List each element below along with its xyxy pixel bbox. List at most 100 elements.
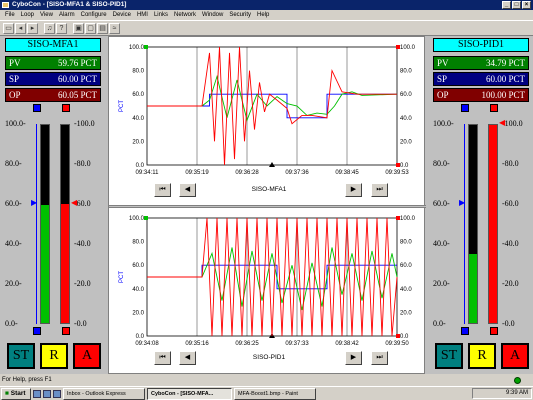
r-button[interactable]: R: [468, 343, 496, 369]
y-tick-label-right: 20.0: [400, 310, 412, 316]
pv-label: PV: [437, 58, 449, 68]
chart-splitter[interactable]: [109, 205, 426, 208]
op-arrow-icon[interactable]: ◀: [71, 199, 77, 207]
op-value: 60.05 PCT: [57, 90, 97, 100]
forward-icon[interactable]: ▸: [27, 22, 38, 34]
prev-page-button-1[interactable]: ◀: [179, 183, 196, 197]
pv-value: 59.76 PCT: [57, 58, 97, 68]
print-icon[interactable]: ▤: [97, 22, 108, 34]
op-indicator: [62, 104, 70, 112]
menu-links[interactable]: Links: [151, 10, 171, 20]
help-icon[interactable]: ?: [56, 22, 67, 34]
connection-status-icon: [514, 377, 521, 384]
y-tick-label-right: 0.0: [400, 334, 409, 340]
sp-scale-line: [464, 124, 465, 324]
window-title-bar: CyboCon - [SISO-MFA1 & SISO-PID1] _ □ ×: [0, 0, 533, 10]
back-icon[interactable]: ◂: [15, 22, 26, 34]
maximize-button[interactable]: □: [512, 1, 521, 9]
menu-view[interactable]: View: [37, 10, 56, 20]
close-button[interactable]: ×: [522, 1, 531, 9]
pv-label: PV: [9, 58, 21, 68]
scale-right-80: -80.0: [74, 159, 91, 168]
clock: 9:39 AM: [505, 390, 528, 396]
unlock-icon[interactable]: ▢: [85, 22, 96, 34]
y-tick-label: 0.0: [136, 334, 145, 340]
scale-100: 100.0-: [433, 119, 454, 128]
trend-icon[interactable]: ≈: [109, 22, 120, 34]
menu-configure[interactable]: Configure: [78, 10, 110, 20]
alarm-bell-icon[interactable]: ♫: [44, 22, 55, 34]
scale-20: 20.0-: [433, 279, 450, 288]
r-button[interactable]: R: [40, 343, 68, 369]
y-tick-label-right: 60.0: [400, 263, 412, 269]
system-tray: 9:39 AM: [472, 388, 532, 399]
next-page-button-2[interactable]: ▶: [345, 351, 362, 365]
op-indicator: [490, 104, 498, 112]
open-icon[interactable]: ▭: [3, 22, 14, 34]
scale-40: 40.0-: [5, 239, 22, 248]
menu-file[interactable]: File: [2, 10, 18, 20]
faceplate-pid1: SISO-PID1 PV 34.79 PCT SP 60.00 PCT OP 100.…: [428, 36, 533, 374]
menu-help[interactable]: Help: [254, 10, 272, 20]
op-row[interactable]: OP 100.00 PCT: [433, 88, 529, 102]
op-bar-fill: [489, 125, 497, 323]
sp-indicator: [461, 104, 469, 112]
pv-bar-fill: [469, 254, 477, 323]
scale-right-60: -60.0: [74, 199, 91, 208]
task-outlook[interactable]: Inbox - Outlook Express: [63, 387, 145, 400]
x-tick-label: 09:39:50: [385, 341, 409, 347]
op-bar-fill: [61, 204, 69, 323]
st-button[interactable]: ST: [435, 343, 463, 369]
scale-80: 80.0-: [5, 159, 22, 168]
faceplate-mfa1: SISO-MFA1 PV 59.76 PCT SP 60.00 PCT OP 60.0…: [0, 36, 105, 374]
scale-right-20: -20.0: [502, 279, 519, 288]
task-paint[interactable]: MFA-Boost1.bmp - Paint: [234, 387, 316, 400]
first-page-button-2[interactable]: ⏮: [154, 351, 171, 365]
sp-row[interactable]: SP 60.00 PCT: [5, 72, 101, 86]
menu-device[interactable]: Device: [110, 10, 134, 20]
trend-charts: 100.0 100.0 80.0 80.0 60.0 60.0 40.0 40.0 20.0 20…: [108, 36, 426, 374]
status-text: For Help, press F1: [2, 377, 52, 383]
menu-alarm[interactable]: Alarm: [56, 10, 78, 20]
menu-hmi[interactable]: HMI: [134, 10, 151, 20]
ie-icon[interactable]: [53, 389, 61, 398]
sp-row[interactable]: SP 60.00 PCT: [433, 72, 529, 86]
x-tick-label: 09:35:19: [185, 170, 209, 176]
scale-right-0: -0.0: [74, 319, 87, 328]
x-tick-label: 09:38:42: [335, 341, 359, 347]
prev-page-button-2[interactable]: ◀: [179, 351, 196, 365]
desktop-icon[interactable]: [33, 389, 41, 398]
menu-security[interactable]: Security: [226, 10, 254, 20]
sp-label: SP: [9, 74, 20, 84]
sp-scale-line: [36, 124, 37, 324]
scale-right-40: -40.0: [502, 239, 519, 248]
y-tick-label-right: 80.0: [400, 240, 412, 246]
menu-window[interactable]: Window: [199, 10, 226, 20]
last-page-button-2[interactable]: ⏭: [371, 351, 388, 365]
sp-lower-indicator: [461, 327, 469, 335]
x-tick-label: 09:37:33: [285, 341, 309, 347]
x-tick-label: 09:34:08: [135, 341, 159, 347]
sp-arrow-icon[interactable]: ▶: [31, 199, 37, 207]
outlook-icon[interactable]: [43, 389, 51, 398]
minimize-button[interactable]: _: [502, 1, 511, 9]
menu-network[interactable]: Network: [171, 10, 199, 20]
op-arrow-icon[interactable]: ◀: [499, 119, 505, 127]
scale-right-40: -40.0: [74, 239, 91, 248]
start-button[interactable]: ■ Start: [1, 387, 31, 400]
menu-loop[interactable]: Loop: [18, 10, 37, 20]
lock-icon[interactable]: ▣: [73, 22, 84, 34]
last-page-button-1[interactable]: ⏭: [371, 183, 388, 197]
y-tick-label: 60.0: [132, 263, 144, 269]
st-button[interactable]: ST: [7, 343, 35, 369]
taskbar: ■ Start Inbox - Outlook Express CyboCon …: [0, 386, 533, 400]
y-axis-label: PCT: [119, 100, 125, 112]
op-row[interactable]: OP 60.05 PCT: [5, 88, 101, 102]
first-page-button-1[interactable]: ⏮: [154, 183, 171, 197]
task-cybocon[interactable]: CyboCon - [SISO-MFA...: [147, 387, 232, 400]
scale-80: 80.0-: [433, 159, 450, 168]
next-page-button-1[interactable]: ▶: [345, 183, 362, 197]
a-button[interactable]: A: [501, 343, 529, 369]
a-button[interactable]: A: [73, 343, 101, 369]
sp-arrow-icon[interactable]: ▶: [459, 199, 465, 207]
